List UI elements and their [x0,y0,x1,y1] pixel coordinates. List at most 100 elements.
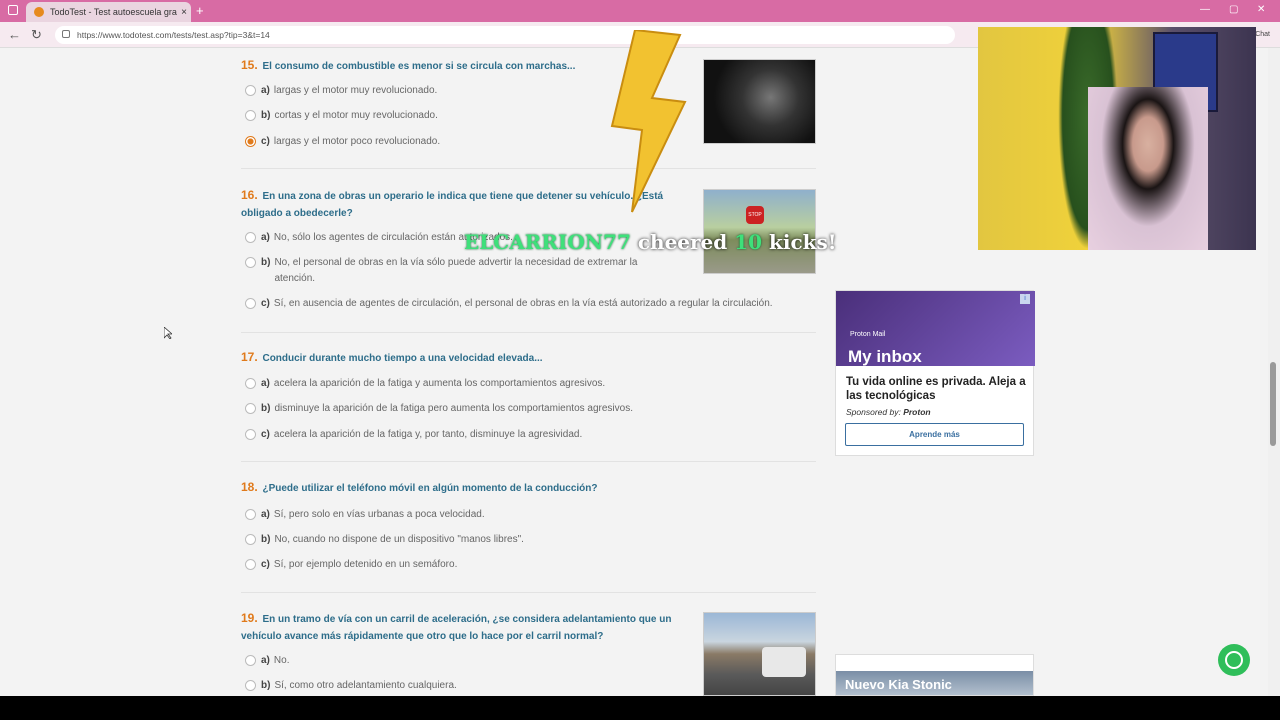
option-letter: b) [261,680,271,691]
radio-button[interactable] [245,655,256,666]
ad-sponsor-prefix: Sponsored by: [846,407,901,417]
ad-learn-more-button[interactable]: Aprende más [845,423,1024,446]
option-text: Sí, pero solo en vías urbanas a poca vel… [273,509,485,520]
question-title: 17. Conducir durante mucho tiempo a una … [241,349,821,367]
option-text: cortas y el motor muy revolucionado. [274,110,438,121]
option-letter: a) [261,85,270,96]
gear-shift-image [703,59,816,144]
video-letterbox-bar [0,696,1280,720]
option-text: largas y el motor muy revolucionado. [273,85,438,96]
option-text: acelera la aparición de la fatiga y, por… [273,429,583,440]
streamer [1088,87,1208,250]
reload-icon[interactable]: ↻ [31,27,42,43]
whatsapp-icon[interactable] [1218,644,1250,676]
option-15c[interactable]: c) largas y el motor poco revolucionado. [245,134,440,150]
option-15a[interactable]: a) largas y el motor muy revolucionado. [245,83,437,99]
question-text: Conducir durante mucho tiempo a una velo… [262,353,543,364]
ad-sponsor-name: Proton [903,407,931,417]
chat-label[interactable]: Chat [1255,31,1270,38]
option-text: Sí, en ausencia de agentes de circulació… [273,298,773,309]
new-tab-button[interactable]: + [196,3,204,18]
ad-image-headline: My inbox [848,347,922,366]
url-field[interactable]: https://www.todotest.com/tests/test.asp?… [55,26,955,44]
radio-button[interactable] [245,110,256,121]
car-acceleration-lane-image [703,612,816,696]
question-title: 19. En un tramo de vía con un carril de … [241,610,681,645]
radio-button[interactable] [245,403,256,414]
option-text: Sí, por ejemplo detenido en un semáforo. [273,559,458,570]
lightning-bolt-icon [610,30,687,213]
question-text: En un tramo de vía con un carril de acel… [241,614,672,642]
option-text: largas y el motor poco revolucionado. [273,136,441,147]
option-18c[interactable]: c) Sí, por ejemplo detenido en un semáfor… [245,557,457,573]
question-text: ¿Puede utilizar el teléfono móvil en alg… [262,483,598,494]
option-letter: b) [261,110,271,121]
option-letter: c) [261,559,270,570]
question-text: El consumo de combustible es menor si se… [262,61,576,72]
divider [241,461,816,462]
site-info-icon[interactable] [62,30,70,38]
option-18b[interactable]: b) No, cuando no dispone de un dispositiv… [245,532,524,548]
streamer-webcam [978,27,1256,250]
ad-proton[interactable]: Proton Mail My inbox i Tu vida online es… [835,290,1035,456]
radio-button[interactable] [245,298,256,309]
option-19a[interactable]: a) No. [245,653,289,669]
radio-button[interactable] [245,429,256,440]
question-title: 18. ¿Puede utilizar el teléfono móvil en… [241,479,821,497]
option-15b[interactable]: b) cortas y el motor muy revolucionado. [245,108,438,124]
ad-choices-icon[interactable]: i [1020,294,1030,304]
option-text: No, cuando no dispone de un dispositivo … [274,534,524,545]
ad-brand: Proton Mail [850,331,886,338]
radio-button[interactable] [245,85,256,96]
question-number: 15. [241,58,258,72]
tab-close-icon[interactable]: × [177,7,191,18]
divider [241,332,816,333]
option-letter: b) [261,403,271,414]
ad-title[interactable]: Tu vida online es privada. Aleja a las t… [846,375,1028,403]
option-text: Sí, como otro adelantamiento cualquiera. [274,680,457,691]
option-letter: b) [261,534,271,545]
question-19: 19. En un tramo de vía con un carril de … [241,610,681,645]
option-18a[interactable]: a) Sí, pero solo en vías urbanas a poca v… [245,507,485,523]
option-16b[interactable]: b) No, el personal de obras en la vía sól… [245,255,665,287]
window-menu-icon[interactable] [8,5,18,15]
alert-count: 10 [734,230,763,254]
option-letter: a) [261,655,270,666]
radio-button[interactable] [245,509,256,520]
favicon-icon [34,7,44,17]
minimize-icon[interactable]: — [1200,4,1210,15]
option-17a[interactable]: a) acelera la aparición de la fatiga y au… [245,376,605,392]
radio-button[interactable] [245,232,256,243]
divider [241,592,816,593]
ad-sponsor: Sponsored by: Proton [846,407,931,417]
alert-verb: cheered [637,230,728,254]
back-icon[interactable]: ← [8,27,21,42]
question-number: 17. [241,350,258,364]
browser-tab[interactable]: TodoTest - Test autoescuela gratis × [26,2,191,22]
divider [241,168,816,169]
close-window-icon[interactable]: ✕ [1257,4,1265,15]
option-letter: a) [261,509,270,520]
radio-button[interactable] [245,534,256,545]
stop-sign-icon: STOP [746,206,764,224]
maximize-icon[interactable]: ▢ [1229,4,1238,15]
option-17b[interactable]: b) disminuye la aparición de la fatiga pe… [245,401,633,417]
option-letter: a) [261,232,270,243]
scrollbar-thumb[interactable] [1270,362,1276,446]
option-16c[interactable]: c) Sí, en ausencia de agentes de circulac… [245,296,773,312]
question-18: 18. ¿Puede utilizar el teléfono móvil en… [241,479,821,497]
option-text: acelera la aparición de la fatiga y aume… [273,378,606,389]
option-letter: b) [261,257,271,268]
radio-button[interactable] [245,559,256,570]
tab-title: TodoTest - Test autoescuela gratis [50,7,177,17]
ad-kia[interactable]: Nuevo Kia Stonic [835,654,1034,696]
radio-button[interactable] [245,378,256,389]
radio-button[interactable] [245,257,256,268]
option-letter: c) [261,298,270,309]
car-icon [762,647,806,677]
option-19b[interactable]: b) Sí, como otro adelantamiento cualquier… [245,678,457,694]
option-17c[interactable]: c) acelera la aparición de la fatiga y, p… [245,427,582,443]
radio-button-selected[interactable] [245,136,256,147]
radio-button[interactable] [245,680,256,691]
option-letter: c) [261,429,270,440]
